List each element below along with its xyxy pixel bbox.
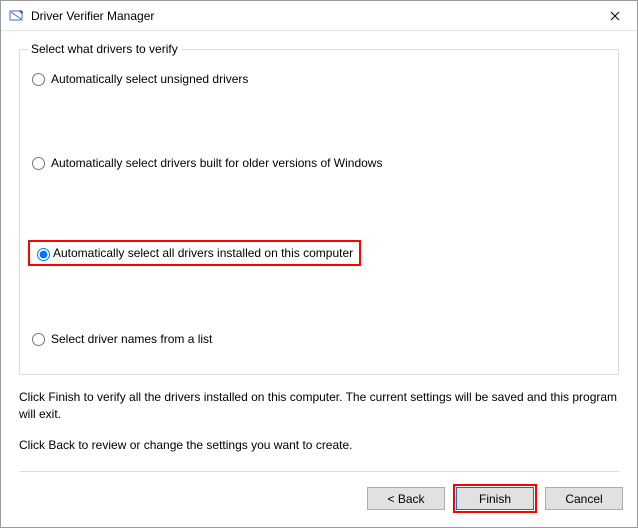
radio-list-label: Select driver names from a list	[51, 332, 212, 346]
finish-button[interactable]: Finish	[456, 487, 534, 510]
window-title: Driver Verifier Manager	[31, 9, 592, 23]
radio-option-all-drivers[interactable]: Automatically select all drivers install…	[28, 240, 361, 266]
group-legend: Select what drivers to verify	[28, 42, 181, 56]
radio-all-label: Automatically select all drivers install…	[53, 246, 353, 260]
driver-select-group: Select what drivers to verify Automatica…	[19, 49, 619, 375]
radio-older-input[interactable]	[32, 157, 45, 170]
instruction-line-2: Click Back to review or change the setti…	[19, 437, 619, 454]
titlebar: Driver Verifier Manager	[1, 1, 637, 31]
radio-unsigned-label: Automatically select unsigned drivers	[51, 72, 248, 86]
radio-option-older-windows[interactable]: Automatically select drivers built for o…	[30, 156, 608, 170]
app-icon	[9, 8, 25, 24]
close-button[interactable]	[592, 1, 637, 31]
instruction-text: Click Finish to verify all the drivers i…	[19, 389, 619, 453]
content-area: Select what drivers to verify Automatica…	[1, 31, 637, 472]
radio-option-unsigned[interactable]: Automatically select unsigned drivers	[30, 72, 608, 86]
back-button[interactable]: < Back	[367, 487, 445, 510]
radio-all-input[interactable]	[37, 248, 50, 261]
cancel-button[interactable]: Cancel	[545, 487, 623, 510]
radio-option-from-list[interactable]: Select driver names from a list	[30, 332, 608, 346]
radio-older-label: Automatically select drivers built for o…	[51, 156, 382, 170]
button-row: < Back Finish Cancel	[1, 472, 637, 525]
finish-highlight: Finish	[453, 484, 537, 513]
radio-unsigned-input[interactable]	[32, 73, 45, 86]
radio-list-input[interactable]	[32, 333, 45, 346]
instruction-line-1: Click Finish to verify all the drivers i…	[19, 389, 619, 423]
close-icon	[610, 11, 620, 21]
